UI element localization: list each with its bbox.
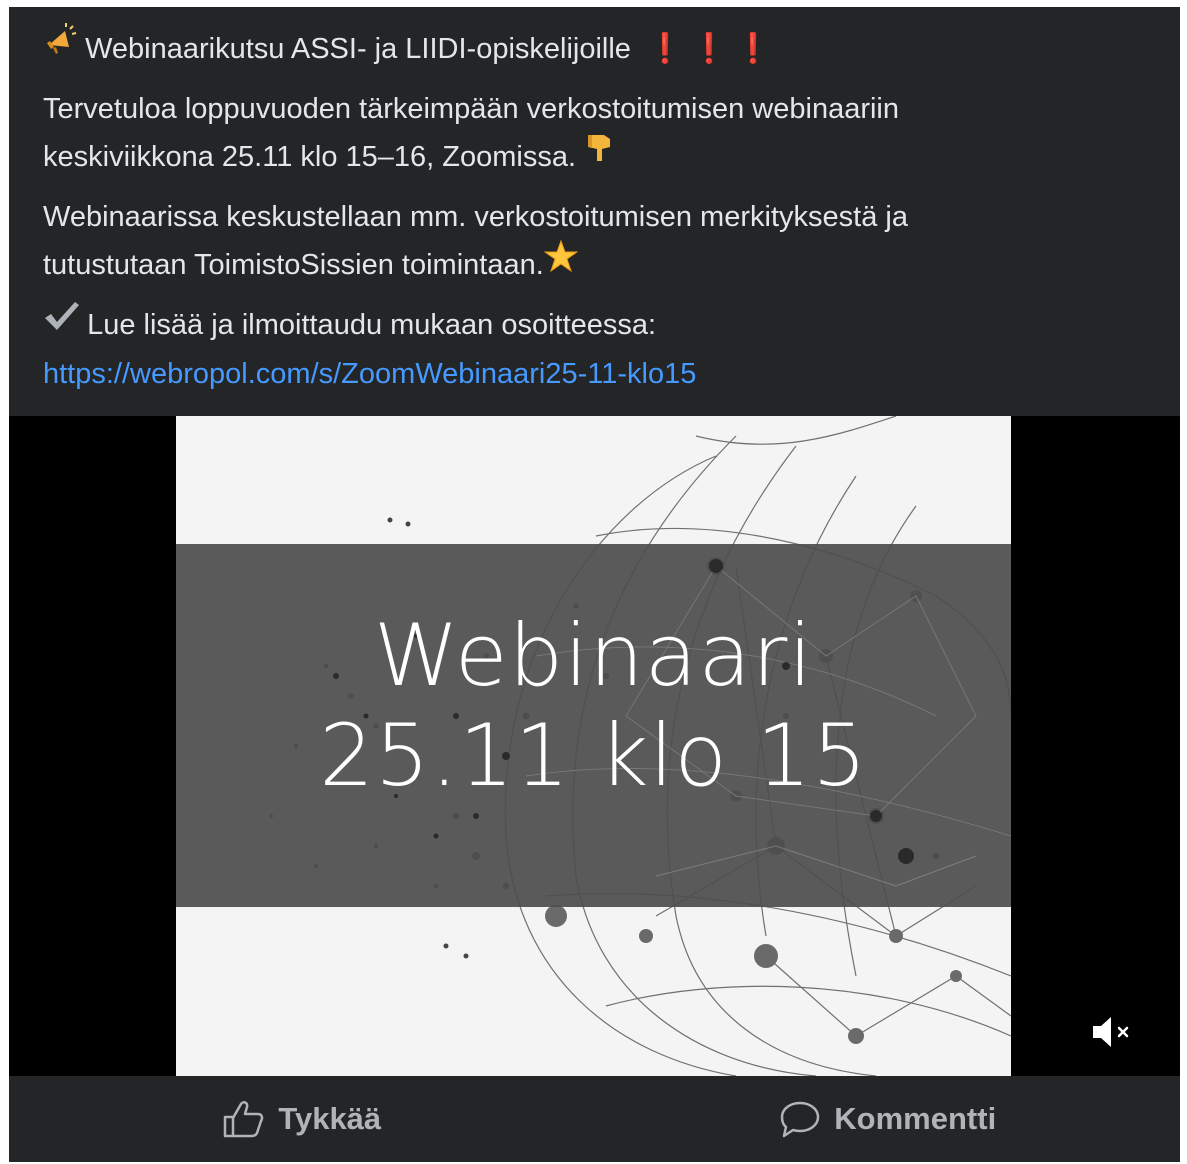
- comment-label: Kommentti: [834, 1101, 997, 1136]
- pointing-down-icon: [584, 131, 616, 180]
- para1-line2: keskiviikkona 25.11 klo 15–16, Zoomissa.: [43, 140, 577, 173]
- post-text: Webinaarikutsu ASSI- ja LIIDI-opiskelijo…: [43, 22, 1163, 408]
- media-title-line1: Webinaari: [373, 606, 814, 706]
- post-paragraph-3: Lue lisää ja ilmoittaudu mukaan osoittee…: [43, 301, 1163, 398]
- post-title: Webinaarikutsu ASSI- ja LIIDI-opiskelijo…: [85, 33, 631, 65]
- like-button[interactable]: Tykkää: [9, 1099, 595, 1139]
- post-paragraph-1: Tervetuloa loppuvuoden tärkeimpään verko…: [43, 85, 1163, 183]
- comment-icon: [781, 1101, 820, 1138]
- megaphone-icon: [43, 22, 77, 72]
- comment-button[interactable]: Kommentti: [595, 1099, 1181, 1139]
- post-paragraph-2: Webinaarissa keskustellaan mm. verkostoi…: [43, 193, 1163, 291]
- para3-line1: Lue lisää ja ilmoittaudu mukaan osoittee…: [87, 308, 657, 341]
- exclamation-marks: ❗ ❗ ❗: [647, 33, 772, 65]
- like-label: Tykkää: [278, 1101, 382, 1136]
- media-title: Webinaari 25.11 klo 15: [176, 606, 1011, 806]
- post-actions: Tykkää Kommentti: [9, 1076, 1180, 1162]
- video-player[interactable]: Webinaari 25.11 klo 15: [9, 416, 1180, 1076]
- post-card: Webinaarikutsu ASSI- ja LIIDI-opiskelijo…: [9, 7, 1180, 1162]
- para1-line1: Tervetuloa loppuvuoden tärkeimpään verko…: [43, 92, 899, 125]
- para2-line2: tutustutaan ToimistoSissien toimintaan.: [43, 248, 544, 281]
- star-icon: [543, 239, 579, 288]
- check-mark-icon: [43, 299, 79, 347]
- media-title-line2: 25.11 klo 15: [319, 706, 868, 806]
- registration-link[interactable]: https://webropol.com/s/ZoomWebinaari25-1…: [43, 358, 696, 390]
- post-title-paragraph: Webinaarikutsu ASSI- ja LIIDI-opiskelijo…: [43, 22, 1163, 75]
- para2-line1: Webinaarissa keskustellaan mm. verkostoi…: [43, 200, 908, 233]
- thumbs-up-icon: [224, 1101, 264, 1138]
- video-thumbnail[interactable]: Webinaari 25.11 klo 15: [176, 416, 1011, 1076]
- speaker-muted-icon[interactable]: [1089, 1012, 1139, 1052]
